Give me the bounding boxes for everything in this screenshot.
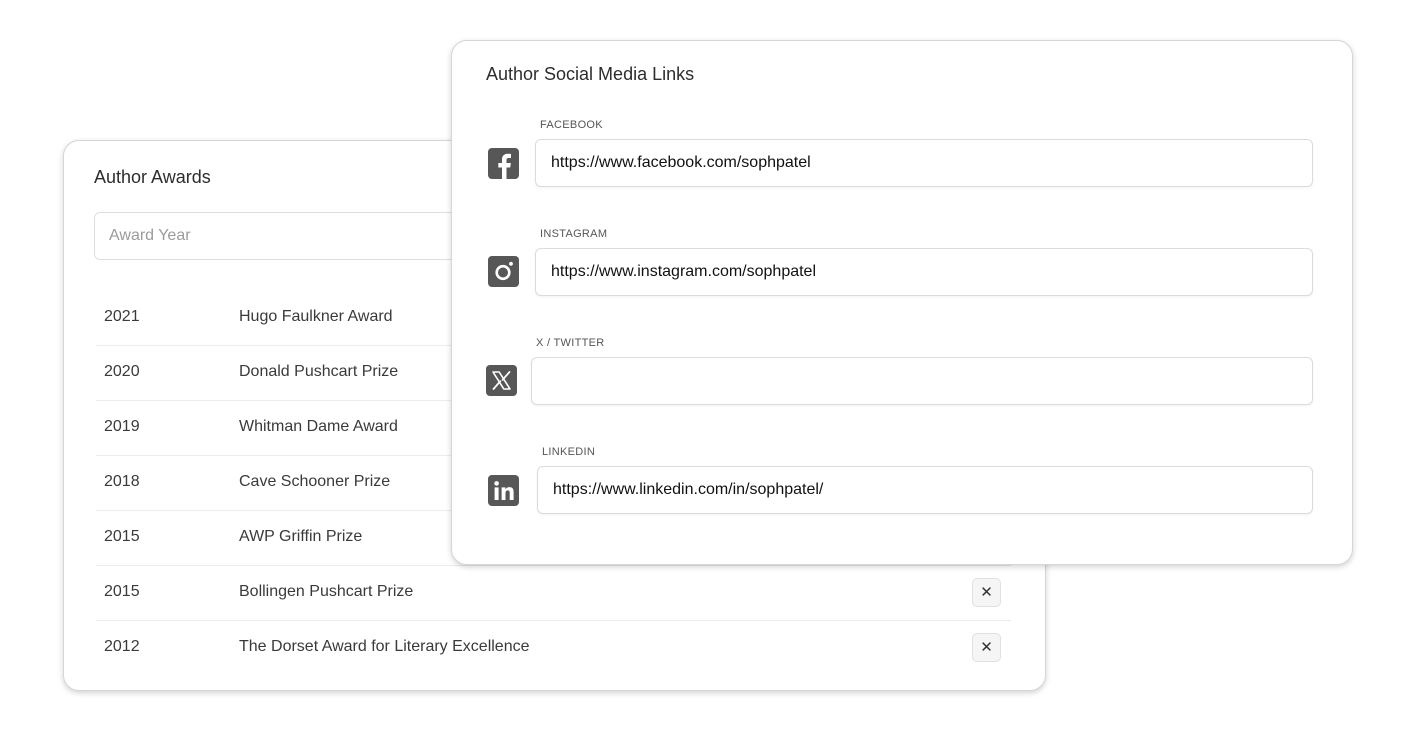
award-row: 2012 The Dorset Award for Literary Excel… [96, 621, 1011, 676]
twitter-label: X / TWITTER [536, 337, 605, 349]
remove-award-button[interactable]: ✕ [972, 578, 1001, 607]
award-year: 2021 [104, 308, 140, 325]
award-name: The Dorset Award for Literary Excellence [239, 638, 530, 655]
remove-award-button[interactable]: ✕ [972, 633, 1001, 662]
award-year: 2015 [104, 528, 140, 545]
linkedin-url-input[interactable] [537, 466, 1313, 514]
x-twitter-icon [486, 365, 517, 396]
social-title: Author Social Media Links [486, 64, 695, 84]
award-row: 2015 Bollingen Pushcart Prize ✕ [96, 566, 1011, 621]
instagram-url-input[interactable] [535, 248, 1313, 296]
facebook-url-input[interactable] [535, 139, 1313, 187]
award-name: Bollingen Pushcart Prize [239, 583, 414, 600]
award-name: Whitman Dame Award [239, 418, 398, 435]
author-social-links-card: Author Social Media Links FACEBOOK INSTA… [451, 40, 1353, 565]
instagram-label: INSTAGRAM [540, 228, 608, 240]
award-year: 2012 [104, 638, 140, 655]
linkedin-icon [488, 475, 519, 506]
award-year: 2020 [104, 363, 140, 380]
awards-title: Author Awards [94, 167, 211, 187]
award-name: Donald Pushcart Prize [239, 363, 399, 380]
award-name: Hugo Faulkner Award [239, 308, 393, 325]
linkedin-label: LINKEDIN [542, 446, 596, 458]
award-year: 2019 [104, 418, 140, 435]
award-year: 2018 [104, 473, 140, 490]
facebook-label: FACEBOOK [540, 119, 603, 131]
instagram-icon [488, 256, 519, 287]
award-name: Cave Schooner Prize [239, 473, 391, 490]
award-name: AWP Griffin Prize [239, 528, 363, 545]
facebook-icon [488, 148, 519, 179]
twitter-url-input[interactable] [531, 357, 1313, 405]
award-year: 2015 [104, 583, 140, 600]
